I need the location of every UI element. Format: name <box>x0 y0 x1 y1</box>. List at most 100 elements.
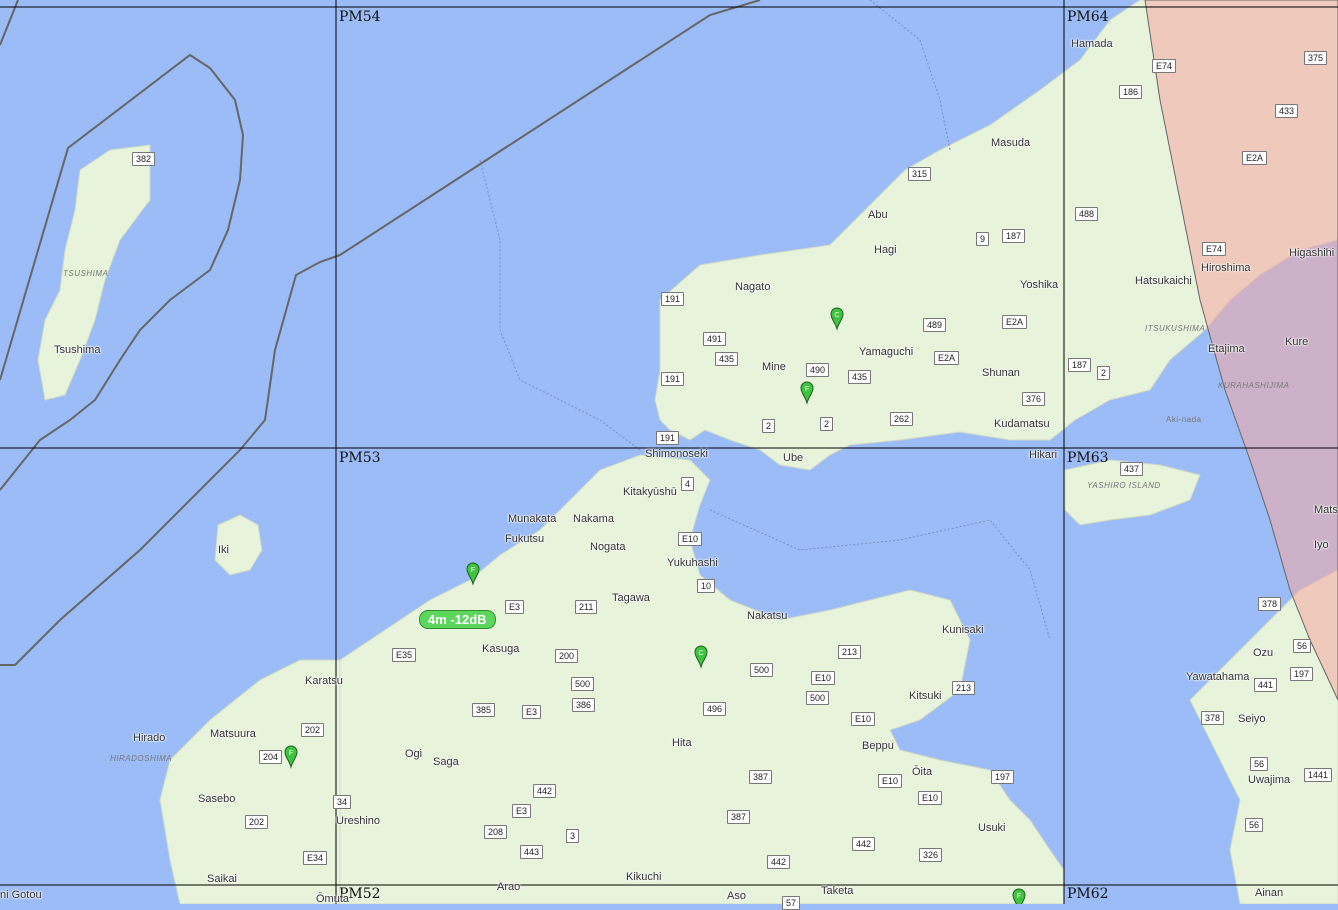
route-shield: 387 <box>727 810 751 824</box>
route-shield: 211 <box>575 600 598 614</box>
route-shield: E3 <box>505 600 525 614</box>
island-label: TSUSHIMA <box>63 269 109 278</box>
city-label: Ureshino <box>336 815 381 827</box>
city-label: Tsushima <box>54 344 101 356</box>
city-label: Abu <box>868 209 888 221</box>
route-shield: E34 <box>303 851 328 865</box>
route-shield: 315 <box>908 167 932 181</box>
city-label: Kasuga <box>482 643 520 655</box>
route-shield: 2 <box>1097 366 1111 380</box>
station-marker-letter: F <box>805 386 809 393</box>
route-shield: 378 <box>1258 597 1282 611</box>
route-shield: 375 <box>1304 51 1328 65</box>
route-shield: 442 <box>767 855 791 869</box>
route-shield: 186 <box>1119 85 1143 99</box>
route-shield: 1441 <box>1304 768 1333 782</box>
city-label: Kikuchi <box>626 871 662 883</box>
route-shield: E10 <box>878 774 903 788</box>
grid-label: PM62 <box>1067 886 1109 902</box>
route-shield: E3 <box>522 705 542 719</box>
city-label: Saikai <box>207 873 237 885</box>
route-shield: E74 <box>1152 59 1177 73</box>
city-label: Masuda <box>991 137 1031 149</box>
route-shield: 386 <box>572 698 596 712</box>
station-marker-letter: C <box>834 312 839 319</box>
route-shield: 56 <box>1250 757 1269 771</box>
route-shield: E10 <box>918 791 943 805</box>
route-shield: E2A <box>1002 315 1028 329</box>
city-label: Tagawa <box>612 592 650 604</box>
route-shield: 9 <box>976 232 990 246</box>
route-shield: 490 <box>806 363 830 377</box>
route-shield: 326 <box>919 848 943 862</box>
city-label: Ōita <box>912 766 933 778</box>
route-shield: E10 <box>851 712 876 726</box>
route-shield: 213 <box>838 645 862 659</box>
route-shield: 4 <box>681 477 695 491</box>
route-shield: 56 <box>1245 818 1264 832</box>
station-marker-letter: F <box>471 567 475 574</box>
route-shield: 208 <box>484 825 508 839</box>
route-shield: 187 <box>1068 358 1092 372</box>
grid-label: PM63 <box>1067 450 1109 466</box>
route-shield: 200 <box>555 649 579 663</box>
route-shield: 378 <box>1201 711 1225 725</box>
city-label: Kure <box>1285 336 1309 348</box>
city-label: Hita <box>672 737 692 749</box>
city-label: Hirado <box>133 732 166 744</box>
city-label: Yukuhashi <box>667 557 718 569</box>
route-shield: 488 <box>1075 207 1099 221</box>
city-label: Fukutsu <box>505 533 545 545</box>
city-label: Etajima <box>1208 343 1245 355</box>
island-label: ITSUKUSHIMA <box>1145 324 1206 333</box>
city-label: Arao <box>497 881 521 893</box>
route-shield: 57 <box>782 896 801 910</box>
city-label: Ōmuta <box>316 893 350 905</box>
city-label: Usuki <box>978 822 1006 834</box>
city-label: Mine <box>762 361 786 373</box>
city-label: Ube <box>783 452 804 464</box>
station-marker-icon[interactable]: F <box>1012 888 1026 904</box>
city-label: Karatsu <box>305 675 343 687</box>
route-shield: 34 <box>333 795 352 809</box>
island-label: KURAHASHIJIMA <box>1218 381 1290 390</box>
spot-report-label[interactable]: 4m -12dB <box>419 610 496 629</box>
route-shield: 191 <box>656 431 680 445</box>
city-label: Mats <box>1314 504 1338 516</box>
route-shield: 442 <box>852 837 876 851</box>
city-label: Taketa <box>821 885 854 897</box>
route-shield: 197 <box>991 770 1015 784</box>
city-label: Hiroshima <box>1201 262 1251 274</box>
route-shield: 202 <box>301 723 325 737</box>
route-shield: 500 <box>750 663 774 677</box>
island-label: YASHIRO ISLAND <box>1087 481 1161 490</box>
city-label: Beppu <box>862 740 894 752</box>
route-shield: E35 <box>392 648 417 662</box>
route-shield: 3 <box>566 829 580 843</box>
route-shield: 382 <box>132 152 156 166</box>
city-label: Kitsuki <box>909 690 942 702</box>
city-label: Hamada <box>1071 38 1113 50</box>
city-label: Kunisaki <box>942 624 984 636</box>
route-shield: 213 <box>952 681 976 695</box>
route-shield: 387 <box>749 770 773 784</box>
route-shield: E3 <box>512 804 532 818</box>
route-shield: 491 <box>703 332 727 346</box>
route-shield: 437 <box>1120 462 1144 476</box>
city-label: Aso <box>727 890 746 902</box>
route-shield: 197 <box>1290 667 1314 681</box>
route-shield: 443 <box>520 845 544 859</box>
route-shield: 10 <box>697 579 716 593</box>
city-label: Hatsukaichi <box>1135 275 1192 287</box>
city-label: Nakatsu <box>747 610 788 622</box>
route-shield: 191 <box>661 292 685 306</box>
route-shield: E10 <box>811 671 836 685</box>
route-shield: 433 <box>1275 104 1299 118</box>
route-shield: 187 <box>1002 229 1026 243</box>
route-shield: E10 <box>678 532 703 546</box>
city-label: Shimonoseki <box>645 448 708 460</box>
route-shield: 435 <box>715 352 739 366</box>
city-label: Shunan <box>982 367 1020 379</box>
station-marker-letter: C <box>698 650 703 657</box>
route-shield: 2 <box>762 419 776 433</box>
